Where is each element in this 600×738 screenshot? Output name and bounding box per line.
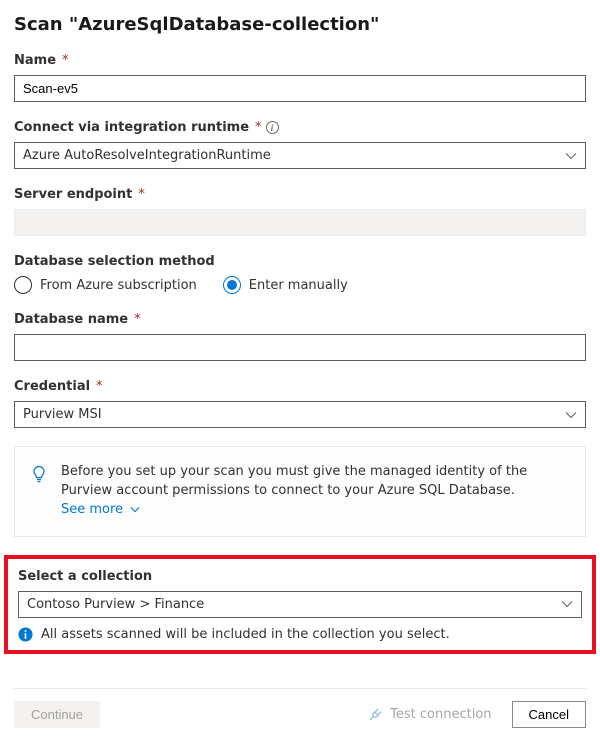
integration-runtime-group: Connect via integration runtime* i Azure… bbox=[14, 120, 586, 169]
chevron-down-icon bbox=[565, 152, 577, 160]
name-field-group: Name* bbox=[14, 53, 586, 102]
info-panel: Before you set up your scan you must giv… bbox=[14, 446, 586, 537]
server-endpoint-input[interactable] bbox=[14, 209, 586, 236]
radio-enter-manually[interactable]: Enter manually bbox=[223, 276, 348, 294]
radio-from-subscription[interactable]: From Azure subscription bbox=[14, 276, 197, 294]
radio-unchecked-icon bbox=[14, 276, 32, 294]
page-title: Scan "AzureSqlDatabase-collection" bbox=[14, 14, 586, 35]
info-icon[interactable]: i bbox=[266, 121, 279, 134]
collection-highlight: Select a collection Contoso Purview > Fi… bbox=[4, 555, 596, 654]
chevron-down-icon bbox=[561, 600, 573, 608]
lightbulb-icon bbox=[31, 465, 47, 490]
db-selection-group: Database selection method From Azure sub… bbox=[14, 254, 586, 294]
chevron-down-icon bbox=[130, 506, 140, 513]
collection-note: All assets scanned will be included in t… bbox=[18, 627, 582, 642]
collection-select[interactable]: Contoso Purview > Finance bbox=[18, 591, 582, 618]
plug-icon bbox=[368, 707, 383, 722]
credential-label: Credential* bbox=[14, 379, 586, 394]
database-name-label: Database name* bbox=[14, 312, 586, 327]
info-filled-icon bbox=[18, 627, 33, 642]
db-selection-label: Database selection method bbox=[14, 254, 586, 269]
collection-label: Select a collection bbox=[18, 569, 582, 584]
credential-select[interactable]: Purview MSI bbox=[14, 401, 586, 428]
server-endpoint-group: Server endpoint* bbox=[14, 187, 586, 236]
test-connection-button[interactable]: Test connection bbox=[368, 707, 491, 722]
chevron-down-icon bbox=[565, 411, 577, 419]
footer: Continue Test connection Cancel bbox=[14, 688, 586, 728]
continue-button: Continue bbox=[14, 701, 100, 728]
name-label: Name* bbox=[14, 53, 586, 68]
database-name-input[interactable] bbox=[14, 334, 586, 361]
server-endpoint-label: Server endpoint* bbox=[14, 187, 586, 202]
radio-checked-icon bbox=[223, 276, 241, 294]
see-more-link[interactable]: See more bbox=[61, 502, 140, 517]
integration-runtime-label: Connect via integration runtime* i bbox=[14, 120, 586, 135]
credential-group: Credential* Purview MSI bbox=[14, 379, 586, 428]
name-input[interactable] bbox=[14, 75, 586, 102]
integration-runtime-select[interactable]: Azure AutoResolveIntegrationRuntime bbox=[14, 142, 586, 169]
cancel-button[interactable]: Cancel bbox=[512, 701, 586, 728]
database-name-group: Database name* bbox=[14, 312, 586, 361]
info-panel-text: Before you set up your scan you must giv… bbox=[61, 464, 527, 498]
